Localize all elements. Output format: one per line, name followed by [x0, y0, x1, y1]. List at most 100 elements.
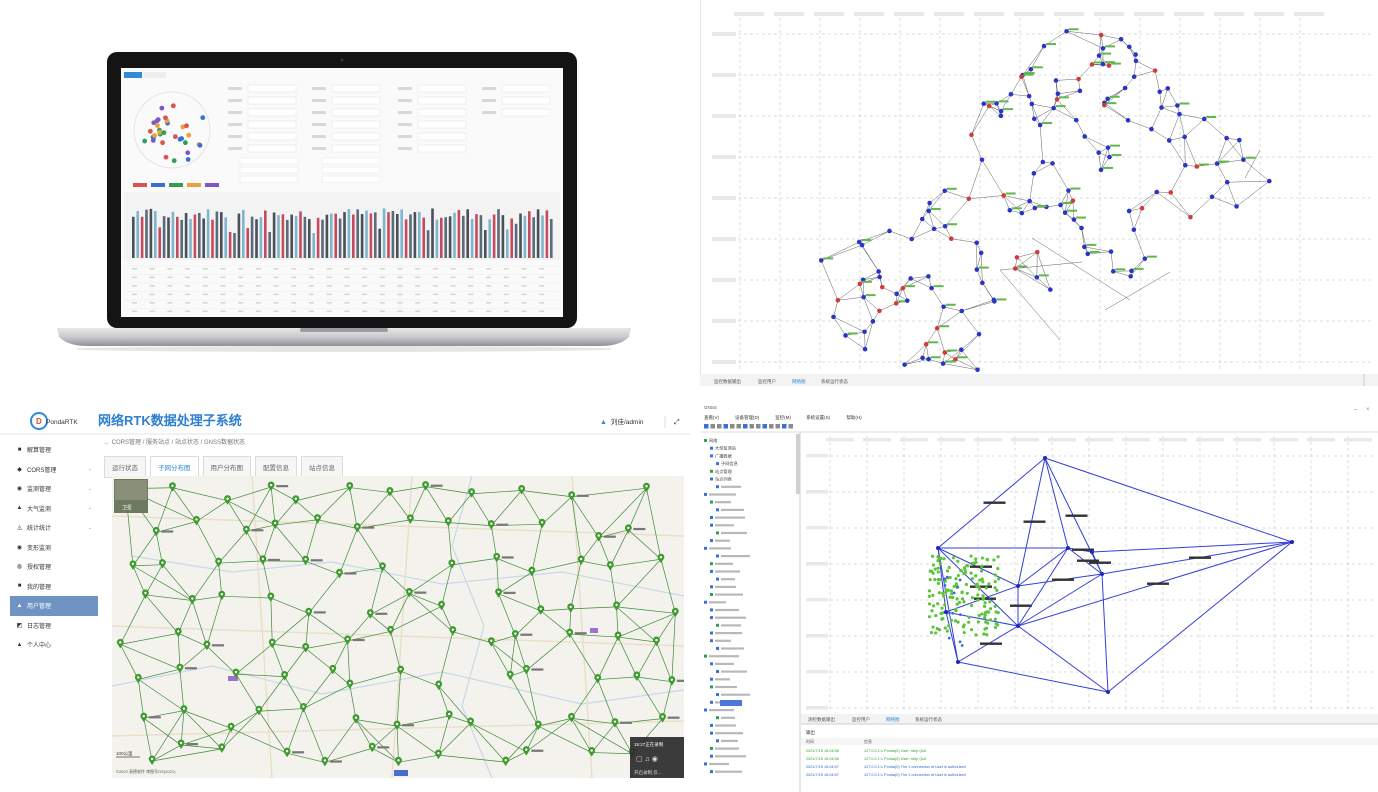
menu-item[interactable]: 监控(M)	[775, 414, 791, 421]
tree-node-label[interactable]: 网络	[709, 437, 718, 444]
station-node	[979, 157, 985, 163]
breadcrumb[interactable]: ← CORS管理 / 服务站点 / 站点状态 / GNSS数据状态	[104, 438, 245, 446]
menu-item[interactable]: 系统设置(S)	[806, 414, 830, 421]
station-label	[945, 360, 956, 363]
station-node	[941, 304, 946, 310]
toolbar-icon[interactable]	[717, 424, 722, 429]
mini-bar	[431, 208, 434, 258]
sidebar-item[interactable]: ◆ CORS管理 ⌄	[10, 460, 98, 480]
close-button[interactable]: ×	[1366, 407, 1370, 413]
sidebar-item[interactable]: ▲ 个人中心	[10, 635, 98, 655]
bottom-tab[interactable]: 测控数据输出	[808, 716, 835, 723]
sidebar-item[interactable]: ◉ 变形监测	[10, 538, 98, 558]
user-position	[967, 615, 971, 619]
tab[interactable]: 配置信息	[255, 456, 297, 478]
tab[interactable]: 站点信息	[301, 456, 343, 478]
baseline-label	[1189, 556, 1211, 559]
mini-bar	[484, 230, 487, 258]
user-position	[980, 612, 984, 616]
log-header: 信息	[864, 738, 872, 744]
sidebar-item[interactable]: ■ 解算管理	[10, 440, 98, 460]
station-node	[923, 342, 929, 347]
user-name[interactable]: 刘佳/admin	[611, 417, 644, 426]
mini-bar	[140, 216, 144, 258]
sidebar-item[interactable]: ▲ 大气监测 ⌄	[10, 499, 98, 519]
user-position	[931, 571, 935, 575]
bottom-tab[interactable]: 监控数据输出	[714, 378, 741, 385]
baseline-label	[1052, 578, 1074, 581]
user-position	[996, 567, 1000, 571]
sidebar-item[interactable]: ■ 我的管理	[10, 577, 98, 597]
baseline-label	[980, 642, 1002, 645]
mini-bar	[334, 213, 337, 258]
toolbar-icon[interactable]	[749, 424, 755, 429]
user-icon[interactable]: ▲	[600, 419, 607, 426]
tree-node-label[interactable]: 广播数据	[715, 452, 732, 459]
station-label	[1133, 267, 1144, 270]
bottom-tab[interactable]: 网络图	[886, 716, 900, 723]
sidebar-item-label: 解算管理	[27, 448, 52, 455]
record-controls-icon[interactable]: ▢ ♫ ◉	[636, 756, 658, 763]
station-node	[1110, 269, 1116, 274]
tree-node-label[interactable]: 站点管理	[715, 468, 733, 475]
user-position	[946, 588, 951, 592]
tab[interactable]: 用户分布图	[202, 456, 251, 478]
menu-item[interactable]: 设备管理(D)	[735, 414, 760, 421]
mini-bar	[453, 212, 456, 258]
station-node	[936, 546, 940, 550]
user-position	[955, 585, 959, 589]
bottom-tab[interactable]: 监控用户	[758, 378, 776, 385]
station-node	[956, 660, 960, 664]
toolbar-icon[interactable]	[736, 424, 742, 429]
user-position	[960, 597, 965, 601]
station-label	[1023, 73, 1034, 76]
station-node	[1031, 171, 1037, 176]
station-node	[1062, 210, 1068, 216]
lon-label	[1214, 12, 1244, 16]
fullscreen-icon[interactable]: ⤢	[674, 419, 680, 426]
toolbar-icon[interactable]	[756, 424, 761, 429]
tree-node-label[interactable]: 子网信息	[721, 460, 738, 467]
sidebar-item[interactable]: ◍ 授权管理	[10, 557, 98, 577]
skyplot-satellite	[177, 136, 183, 142]
toolbar-icon[interactable]	[762, 424, 768, 429]
tree-node-icon	[716, 739, 719, 743]
toolbar-icon[interactable]	[723, 424, 729, 429]
sidebar-item[interactable]: ◬ 统计统计 ⌄	[10, 518, 98, 538]
toolbar-icon[interactable]	[769, 424, 774, 429]
toolbar-icon[interactable]	[704, 424, 709, 429]
sidebar-item[interactable]: ◩ 日志管理	[10, 616, 98, 636]
tab[interactable]: 子网分布图	[150, 456, 199, 478]
tree-node-label	[715, 593, 743, 596]
user-position	[975, 584, 979, 588]
toolbar-icon[interactable]	[788, 424, 794, 429]
menu-item[interactable]: 查看(V)	[704, 414, 719, 421]
sidebar-item-icon: ◉	[16, 544, 23, 551]
station-node	[1098, 167, 1104, 173]
sidebar-item[interactable]: ▲ 用户管理	[10, 596, 98, 616]
tree-node-label[interactable]: 大型监测站	[715, 445, 736, 452]
station-label	[1219, 160, 1230, 163]
mini-bar	[550, 218, 553, 258]
toolbar-icon[interactable]	[730, 424, 735, 429]
bottom-tab[interactable]: 监控用户	[852, 716, 870, 723]
toolbar-icon[interactable]	[775, 424, 781, 429]
lon-label	[937, 438, 965, 442]
station-node	[857, 281, 863, 287]
tree-scrollbar[interactable]	[796, 434, 800, 494]
city-label	[574, 632, 587, 635]
skyplot-satellite	[142, 138, 148, 144]
bottom-tab[interactable]: 系统运行状态	[915, 716, 942, 723]
bottom-tab[interactable]: 系统运行状态	[821, 378, 848, 385]
toolbar-icon[interactable]	[743, 424, 748, 429]
tab[interactable]: 运行状态	[104, 456, 146, 478]
sidebar-item[interactable]: ◉ 监测管理 ⌄	[10, 479, 98, 499]
user-position	[940, 606, 944, 610]
menu-item[interactable]: 帮助(H)	[846, 414, 862, 421]
tree-node-label[interactable]: 站点列表	[715, 476, 733, 483]
bottom-tab[interactable]: 网络图	[792, 378, 806, 385]
toolbar-icon[interactable]	[710, 424, 716, 429]
skyplot-legend-swatch	[133, 183, 147, 187]
tree-node-label	[715, 585, 736, 588]
toolbar-icon[interactable]	[782, 424, 787, 429]
